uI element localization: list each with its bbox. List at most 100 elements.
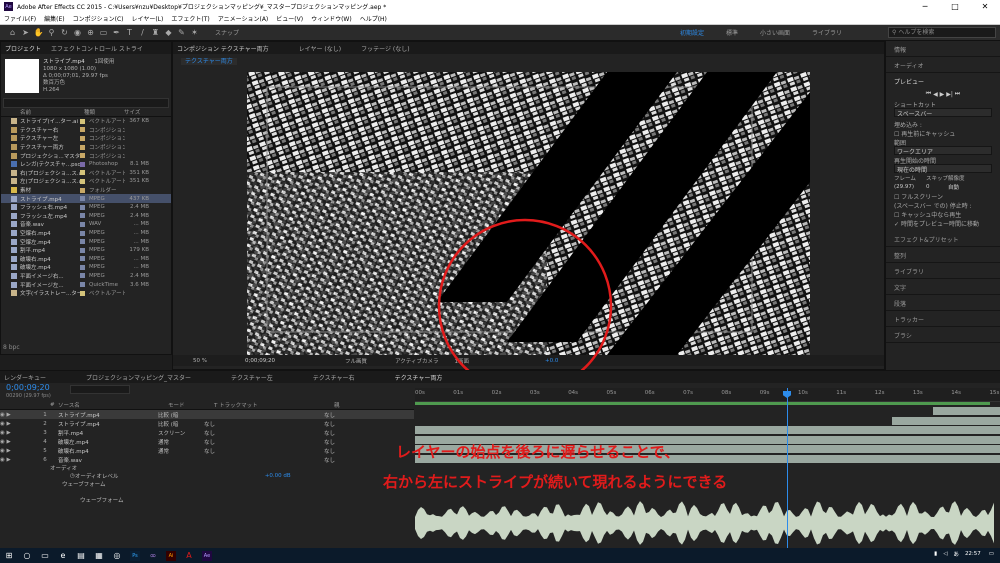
track-matte-dropdown[interactable]: なし: [204, 438, 324, 446]
layer-bar[interactable]: [892, 416, 1000, 425]
col-source-name[interactable]: ソース名: [58, 401, 168, 409]
col-track-matte[interactable]: T トラックマット: [214, 401, 334, 409]
parent-dropdown[interactable]: なし: [324, 411, 335, 419]
layer-row[interactable]: ◉ ▶ 5 破壊右.mp4 通常 なし なし: [0, 446, 414, 455]
resolution-dropdown[interactable]: 自動: [948, 183, 959, 191]
layer-row[interactable]: ◉ ▶ 1 ストライプ.mp4 比較 (暗 なし: [0, 410, 414, 419]
audio-waveform: [415, 501, 994, 545]
panel-header-3[interactable]: 文字: [886, 279, 1000, 295]
track-matte-dropdown[interactable]: なし: [204, 429, 324, 437]
layer-number: 6: [43, 456, 47, 463]
layer-row[interactable]: ◉ ▶ 3 割平.mp4 スクリーン なし なし: [0, 428, 414, 437]
store-icon[interactable]: ▦: [94, 551, 104, 561]
blend-mode-dropdown[interactable]: 通常: [158, 438, 204, 446]
layer-name: 割平.mp4: [58, 430, 84, 437]
play-icon[interactable]: ▶: [940, 91, 945, 98]
illustrator-icon[interactable]: Ai: [166, 550, 176, 561]
layer-row[interactable]: ◉ ▶ 6 音楽.wav なし: [0, 455, 414, 464]
blend-mode-dropdown[interactable]: 通常: [158, 447, 204, 455]
visibility-eye-icon[interactable]: ◉ ▶: [0, 421, 40, 427]
timeline-tab-1[interactable]: プロジェクションマッピング_マスター: [86, 373, 191, 382]
visibility-eye-icon[interactable]: ◉ ▶: [0, 430, 40, 436]
stop-cache-checkbox[interactable]: ☐ キャッシュ中なら再生: [886, 209, 1000, 219]
audio-panel-header[interactable]: オーディオ: [886, 57, 1000, 73]
ruler-tick: 08s: [721, 390, 732, 396]
panel-header-5[interactable]: トラッカー: [886, 311, 1000, 327]
parent-dropdown[interactable]: なし: [324, 456, 335, 464]
clock[interactable]: 22:57: [965, 551, 981, 557]
blend-mode-dropdown[interactable]: 比較 (暗: [158, 420, 204, 428]
cortana-icon[interactable]: ○: [22, 551, 32, 561]
time-ruler[interactable]: 00s 01s 02s 03s 04s 05s 06s 07s 08s 09s 10s 11s 12s 1…: [415, 388, 1000, 402]
acrobat-icon[interactable]: A: [184, 551, 194, 561]
timeline-tab-3[interactable]: テクスチャー右: [313, 373, 355, 382]
panel-header-2[interactable]: ライブラリ: [886, 263, 1000, 279]
layer-number: 1: [43, 411, 47, 418]
track-matte-dropdown[interactable]: なし: [204, 447, 324, 455]
cache-checkbox[interactable]: ☐ 再生前にキャッシュ: [886, 128, 1000, 138]
visibility-eye-icon[interactable]: ◉ ▶: [0, 457, 40, 463]
frame-rate-dropdown[interactable]: (29.97): [894, 184, 926, 190]
waveform-group[interactable]: ウェーブフォーム: [0, 480, 414, 488]
parent-dropdown[interactable]: なし: [324, 429, 335, 437]
ruler-tick: 11s: [836, 390, 847, 396]
layer-name: ストライプ.mp4: [58, 421, 100, 428]
edge-icon[interactable]: e: [58, 551, 68, 561]
stop-move-checkbox[interactable]: ✓ 時間をプレビュー時間に移動: [886, 218, 1000, 228]
annotation-circle-viewer: [437, 218, 613, 394]
blend-mode-dropdown[interactable]: スクリーン: [158, 429, 204, 437]
prev-frame-icon[interactable]: ◀: [933, 91, 938, 98]
explorer-icon[interactable]: ▤: [76, 551, 86, 561]
windows-start-icon[interactable]: ⊞: [4, 551, 14, 561]
timeline-search-input[interactable]: [70, 385, 130, 394]
audio-level-value[interactable]: +0.00 dB: [265, 473, 291, 479]
panel-header-6[interactable]: ブラシ: [886, 327, 1000, 343]
visibility-eye-icon[interactable]: ◉ ▶: [0, 439, 40, 445]
layer-row[interactable]: ◉ ▶ 2 ストライプ.mp4 比較 (暗 なし なし: [0, 419, 414, 428]
current-timecode[interactable]: 0;00;09;20: [6, 384, 51, 392]
playhead[interactable]: [787, 388, 788, 549]
audio-group[interactable]: オーディオ: [0, 464, 414, 472]
panel-header-4[interactable]: 段落: [886, 295, 1000, 311]
after-effects-taskbar-icon[interactable]: Ae: [202, 550, 212, 561]
layer-column-header: # ソース名 モード T トラックマット 親: [0, 401, 414, 410]
photoshop-icon[interactable]: Ps: [130, 550, 140, 561]
timeline-tab-4[interactable]: テクスチャー両方: [395, 373, 443, 382]
visibility-eye-icon[interactable]: ◉ ▶: [0, 448, 40, 454]
shortcut-dropdown[interactable]: スペースバー: [894, 108, 992, 118]
play-from-dropdown[interactable]: 現在の時間: [894, 164, 992, 174]
timeline-tab-2[interactable]: テクスチャー左: [231, 373, 273, 382]
parent-dropdown[interactable]: なし: [324, 420, 335, 428]
network-icon[interactable]: ▮: [934, 551, 937, 557]
fullscreen-checkbox[interactable]: ☐ フルスクリーン: [886, 191, 1000, 201]
last-frame-icon[interactable]: ⏭: [955, 90, 960, 98]
visual-studio-icon[interactable]: ∞: [148, 551, 158, 561]
parent-dropdown[interactable]: なし: [324, 447, 335, 455]
first-frame-icon[interactable]: ⏮: [926, 90, 931, 98]
panel-header-1[interactable]: 整列: [886, 247, 1000, 263]
col-parent[interactable]: 親: [334, 401, 340, 409]
layer-row[interactable]: ◉ ▶ 4 破壊左.mp4 通常 なし なし: [0, 437, 414, 446]
ime-icon[interactable]: あ: [953, 550, 959, 558]
layer-bar[interactable]: [415, 426, 1000, 434]
play-from-label: 再生開始の時間: [894, 158, 937, 165]
parent-dropdown[interactable]: なし: [324, 438, 335, 446]
visibility-eye-icon[interactable]: ◉ ▶: [0, 412, 40, 418]
panel-header-0[interactable]: エフェクト&プリセット: [886, 231, 1000, 247]
col-num[interactable]: #: [50, 402, 58, 408]
timeline-tab-0[interactable]: レンダーキュー: [4, 373, 46, 382]
blend-mode-dropdown[interactable]: 比較 (暗: [158, 411, 204, 419]
track-matte-dropdown[interactable]: なし: [204, 420, 324, 428]
range-dropdown[interactable]: ワークエリア: [894, 146, 992, 156]
skip-dropdown[interactable]: 0: [926, 184, 948, 190]
work-area-bar[interactable]: [415, 402, 990, 405]
preview-panel-header[interactable]: プレビュー: [886, 73, 1000, 89]
info-panel-header[interactable]: 情報: [886, 41, 1000, 57]
next-frame-icon[interactable]: ▶|: [946, 91, 953, 98]
notification-icon[interactable]: ▭: [989, 551, 994, 557]
task-view-icon[interactable]: ▭: [40, 551, 50, 561]
col-mode[interactable]: モード: [168, 401, 214, 409]
layer-bar[interactable]: [932, 407, 1000, 415]
volume-icon[interactable]: ◁: [943, 551, 947, 557]
chrome-icon[interactable]: ◎: [112, 551, 122, 561]
